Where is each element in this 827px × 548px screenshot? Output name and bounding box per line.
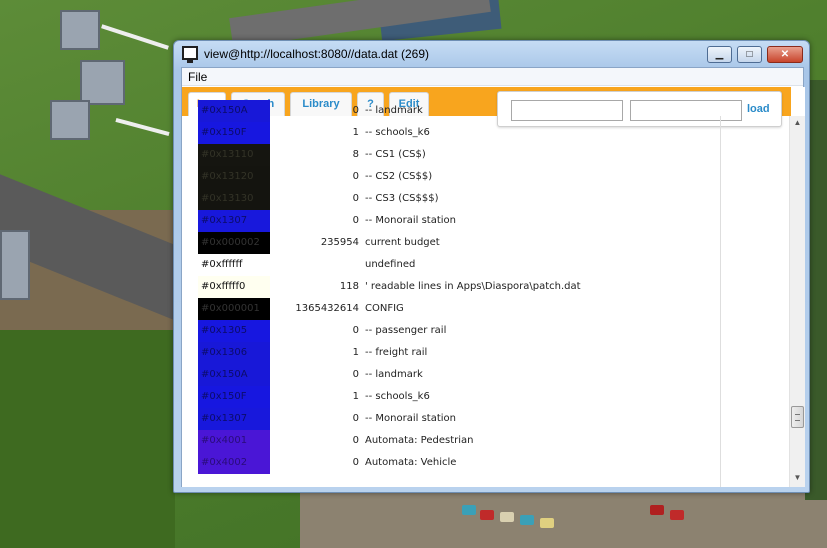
table-row[interactable]: #0x4002 0 Automata: Vehicle <box>198 452 718 474</box>
table-row[interactable]: #0x1306 1 -- freight rail <box>198 342 718 364</box>
table-row[interactable]: #0x13120 0 -- CS2 (CS$$) <box>198 166 718 188</box>
address-cell: #0x150F <box>198 386 270 408</box>
house <box>80 60 125 105</box>
value-cell: 0 <box>352 325 359 336</box>
maximize-button[interactable]: □ <box>737 46 762 63</box>
close-button[interactable]: ✕ <box>767 46 803 63</box>
address-cell: #0x13130 <box>198 188 270 210</box>
value-cell: 235954 <box>320 237 359 248</box>
description-cell: -- CS1 (CS$) <box>365 149 426 160</box>
description-cell: -- Monorail station <box>365 413 456 424</box>
table-row[interactable]: #0xffffff undefined <box>198 254 718 276</box>
description-cell: -- schools_k6 <box>365 391 430 402</box>
value-cell: 0 <box>352 457 359 468</box>
description-cell: -- freight rail <box>365 347 428 358</box>
table-row[interactable]: #0x150A 0 -- landmark <box>198 100 718 122</box>
value-cell: 1 <box>352 391 359 402</box>
title-bar[interactable]: view@http://localhost:8080//data.dat (26… <box>174 41 809 67</box>
address-cell: #0x150A <box>198 364 270 386</box>
page-content: Log Graph Library ? Edit load #0x150A0--… <box>182 87 805 487</box>
scroll-thumb[interactable] <box>791 406 804 428</box>
table-row[interactable]: #0x4001 0 Automata: Pedestrian <box>198 430 718 452</box>
value-cell: 118 <box>339 281 359 292</box>
address-cell: #0x1305 <box>198 320 270 342</box>
house <box>0 230 30 300</box>
scroll-up-icon[interactable]: ▲ <box>790 116 805 130</box>
table-row[interactable]: #0x000002 235954 current budget <box>198 232 718 254</box>
address-cell: #0x000002 <box>198 232 270 254</box>
description-cell: -- Monorail station <box>365 215 456 226</box>
description-cell: -- passenger rail <box>365 325 447 336</box>
load-link[interactable]: load <box>747 103 770 115</box>
address-cell: #0x000001 <box>198 298 270 320</box>
description-cell: current budget <box>365 237 440 248</box>
table-row[interactable]: #0xfffff0 118 ' readable lines in Apps\Dia… <box>198 276 718 298</box>
scroll-down-icon[interactable]: ▼ <box>790 471 805 485</box>
table-row[interactable]: #0x13110 8 -- CS1 (CS$) <box>198 144 718 166</box>
address-cell: #0x13110 <box>198 144 270 166</box>
window-client: File Log Graph Library ? Edit load #0x15… <box>181 67 805 487</box>
menu-file[interactable]: File <box>188 70 207 84</box>
house <box>60 10 100 50</box>
car <box>462 505 476 515</box>
description-cell: undefined <box>365 259 416 270</box>
monitor-icon <box>182 46 198 63</box>
address-cell: #0x1307 <box>198 210 270 232</box>
value-cell: 1 <box>352 127 359 138</box>
table-row[interactable]: #0x1307 0 -- Monorail station <box>198 210 718 232</box>
address-cell: #0x4001 <box>198 430 270 452</box>
table-row[interactable]: #0x150A 0 -- landmark <box>198 364 718 386</box>
car <box>540 518 554 528</box>
description-cell: CONFIG <box>365 303 404 314</box>
address-cell: #0xffffff <box>198 254 270 276</box>
column-divider <box>720 116 721 487</box>
car <box>520 515 534 525</box>
address-cell: #0x13120 <box>198 166 270 188</box>
description-cell: -- landmark <box>365 105 423 116</box>
value-cell: 1365432614 <box>295 303 359 314</box>
value-cell: 0 <box>352 105 359 116</box>
menu-bar: File <box>182 68 803 86</box>
window-title: view@http://localhost:8080//data.dat (26… <box>204 47 429 61</box>
car <box>650 505 664 515</box>
table-row[interactable]: #0x150F 1 -- schools_k6 <box>198 386 718 408</box>
minimize-button[interactable]: ▁ <box>707 46 732 63</box>
description-cell: Automata: Vehicle <box>365 457 457 468</box>
value-cell: 8 <box>352 149 359 160</box>
address-cell: #0x1307 <box>198 408 270 430</box>
value-cell: 0 <box>352 171 359 182</box>
value-cell: 0 <box>352 215 359 226</box>
address-cell: #0x150F <box>198 122 270 144</box>
log-table: #0x150A 0 -- landmark #0x150F 1 -- schools_k6… <box>198 100 718 487</box>
house <box>50 100 90 140</box>
description-cell: -- landmark <box>365 369 423 380</box>
description-cell: -- schools_k6 <box>365 127 430 138</box>
value-cell: 0 <box>352 369 359 380</box>
vertical-scrollbar[interactable]: ▲ ▼ <box>789 116 805 487</box>
description-cell: -- CS2 (CS$$) <box>365 171 433 182</box>
address-cell: #0x4002 <box>198 452 270 474</box>
address-cell: #0x1306 <box>198 342 270 364</box>
viewer-window: view@http://localhost:8080//data.dat (26… <box>173 40 810 493</box>
value-cell <box>270 254 359 276</box>
parking-lot <box>300 492 827 548</box>
value-cell: 0 <box>352 435 359 446</box>
car <box>480 510 494 520</box>
value-cell: 0 <box>352 413 359 424</box>
car <box>500 512 514 522</box>
value-cell: 0 <box>352 193 359 204</box>
car <box>670 510 684 520</box>
table-row[interactable]: #0x13130 0 -- CS3 (CS$$$) <box>198 188 718 210</box>
description-cell: ' readable lines in Apps\Diaspora\patch.… <box>365 281 581 292</box>
value-cell: 1 <box>352 347 359 358</box>
address-cell: #0xfffff0 <box>198 276 270 298</box>
table-row[interactable]: #0x000001 1365432614 CONFIG <box>198 298 718 320</box>
table-row[interactable]: #0x1305 0 -- passenger rail <box>198 320 718 342</box>
table-row[interactable]: #0x1307 0 -- Monorail station <box>198 408 718 430</box>
grass-field <box>0 330 175 548</box>
table-row[interactable]: #0x150F 1 -- schools_k6 <box>198 122 718 144</box>
description-cell: Automata: Pedestrian <box>365 435 474 446</box>
address-cell: #0x150A <box>198 100 270 122</box>
description-cell: -- CS3 (CS$$$) <box>365 193 439 204</box>
